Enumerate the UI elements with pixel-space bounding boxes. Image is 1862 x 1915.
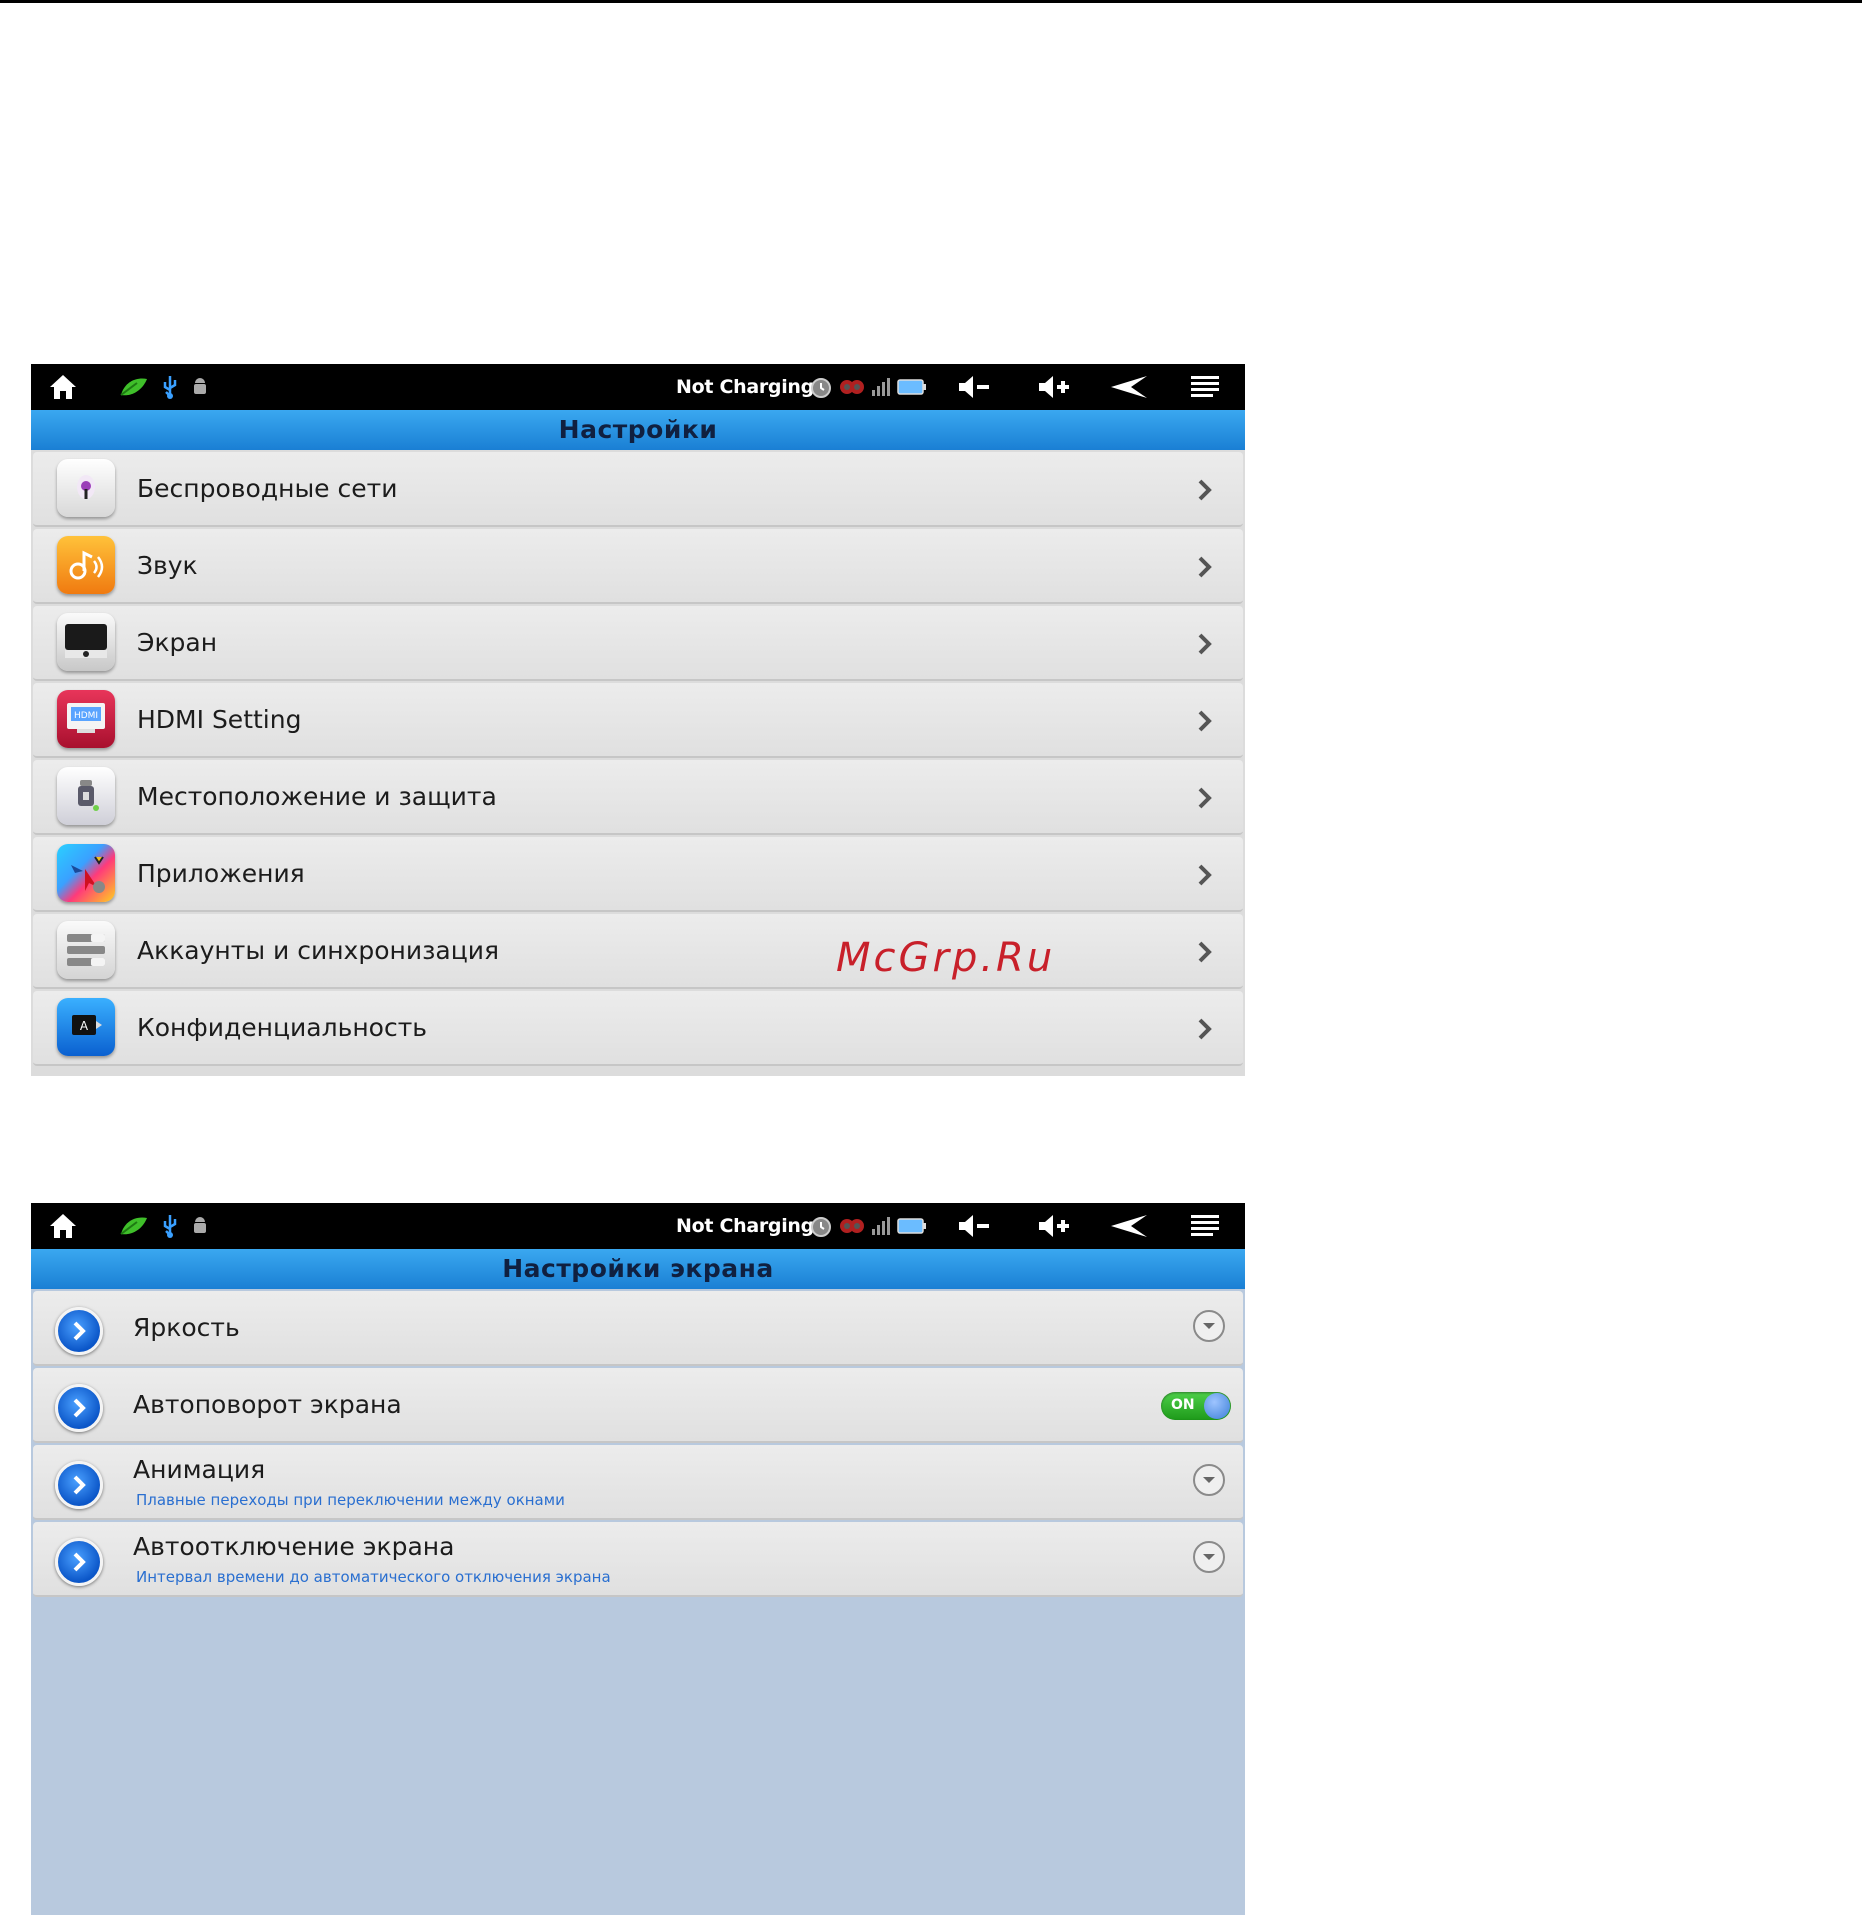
settings-item-label: Беспроводные сети: [137, 474, 398, 503]
android-debug-icon: [194, 1217, 206, 1233]
record-icon: [840, 1219, 864, 1233]
notification-icons[interactable]: [119, 1203, 219, 1249]
usb-icon: [163, 376, 177, 399]
volume-up-icon[interactable]: [1029, 1203, 1079, 1249]
settings-item-label: Приложения: [137, 859, 305, 888]
settings-item-privacy[interactable]: A Конфиденциальность: [33, 991, 1243, 1066]
chevron-circle-icon: [55, 1384, 103, 1432]
setting-description: Плавные переходы при переключении между …: [136, 1491, 565, 1509]
display-settings-screen: Not Charging Настройки экрана Яркость Ав…: [31, 1203, 1245, 1915]
settings-item-label: Местоположение и защита: [137, 782, 497, 811]
alarm-icon: [811, 1217, 831, 1237]
chevron-right-icon: [1198, 864, 1212, 886]
system-tray-icons: [809, 1203, 927, 1249]
settings-item-label: Экран: [137, 628, 218, 657]
settings-item-applications[interactable]: Приложения: [33, 837, 1243, 912]
setting-label: Яркость: [133, 1313, 240, 1342]
back-icon[interactable]: [1104, 364, 1154, 410]
toggle-knob: [1204, 1393, 1230, 1419]
charging-status: Not Charging: [676, 376, 814, 398]
sound-icon: [57, 536, 115, 594]
settings-item-label: Звук: [137, 551, 198, 580]
back-icon[interactable]: [1104, 1203, 1154, 1249]
chevron-right-icon: [1198, 941, 1212, 963]
setting-label: Автоповорот экрана: [133, 1390, 402, 1419]
chevron-circle-icon: [55, 1538, 103, 1586]
applications-icon: [57, 844, 115, 902]
leaf-icon: [120, 378, 147, 396]
notification-icons[interactable]: [119, 364, 219, 410]
settings-item-accounts-sync[interactable]: Аккаунты и синхронизация: [33, 914, 1243, 989]
watermark: McGrp.Ru: [836, 935, 1056, 981]
settings-item-hdmi[interactable]: HDMI HDMI Setting: [33, 683, 1243, 758]
setting-brightness[interactable]: Яркость: [33, 1291, 1243, 1366]
leaf-icon: [120, 1217, 147, 1235]
alarm-icon: [811, 378, 831, 398]
home-icon[interactable]: [43, 1203, 83, 1249]
chevron-right-icon: [1198, 479, 1212, 501]
toggle-state-text: ON: [1171, 1397, 1195, 1413]
settings-item-display[interactable]: Экран: [33, 606, 1243, 681]
settings-list: Беспроводные сети Звук Экран HDMI HDMI S…: [31, 450, 1245, 1066]
privacy-icon: A: [57, 998, 115, 1056]
settings-item-location-security[interactable]: Местоположение и защита: [33, 760, 1243, 835]
wireless-icon: [57, 459, 115, 517]
page-title: Настройки экрана: [31, 1249, 1245, 1289]
charging-status: Not Charging: [676, 1215, 814, 1237]
home-icon[interactable]: [43, 364, 83, 410]
chevron-right-icon: [1198, 1018, 1212, 1040]
record-icon: [840, 380, 864, 394]
battery-icon: [897, 379, 926, 395]
signal-icon: [872, 1217, 890, 1235]
chevron-right-icon: [1198, 710, 1212, 732]
setting-screen-timeout[interactable]: Автоотключение экрана Интервал времени д…: [33, 1522, 1243, 1597]
battery-icon: [897, 1218, 926, 1234]
settings-item-label: HDMI Setting: [137, 705, 302, 734]
dropdown-icon[interactable]: [1193, 1310, 1225, 1342]
status-bar: Not Charging: [31, 364, 1245, 410]
chevron-circle-icon: [55, 1307, 103, 1355]
signal-icon: [872, 378, 890, 396]
settings-item-label: Конфиденциальность: [137, 1013, 428, 1042]
dropdown-icon[interactable]: [1193, 1541, 1225, 1573]
settings-screen: Not Charging Настройки Беспроводные сети: [31, 364, 1245, 1076]
volume-down-icon[interactable]: [949, 364, 999, 410]
settings-item-sound[interactable]: Звук: [33, 529, 1243, 604]
settings-item-label: Аккаунты и синхронизация: [137, 936, 500, 965]
hdmi-icon: HDMI: [57, 690, 115, 748]
chevron-circle-icon: [55, 1461, 103, 1509]
auto-rotate-toggle[interactable]: ON: [1161, 1392, 1231, 1420]
setting-auto-rotate[interactable]: Автоповорот экрана ON: [33, 1368, 1243, 1443]
volume-up-icon[interactable]: [1029, 364, 1079, 410]
system-tray-icons: [809, 364, 927, 410]
svg-text:A: A: [80, 1019, 89, 1033]
setting-description: Интервал времени до автоматического откл…: [136, 1568, 611, 1586]
svg-text:HDMI: HDMI: [74, 711, 98, 721]
accounts-sync-icon: [57, 921, 115, 979]
volume-down-icon[interactable]: [949, 1203, 999, 1249]
top-rule: [0, 0, 1862, 3]
page-title: Настройки: [31, 410, 1245, 450]
chevron-right-icon: [1198, 556, 1212, 578]
setting-label: Автоотключение экрана: [133, 1532, 455, 1561]
setting-animation[interactable]: Анимация Плавные переходы при переключен…: [33, 1445, 1243, 1520]
display-icon: [57, 613, 115, 671]
menu-icon[interactable]: [1183, 1203, 1227, 1249]
status-bar: Not Charging: [31, 1203, 1245, 1249]
usb-icon: [163, 1215, 177, 1238]
menu-icon[interactable]: [1183, 364, 1227, 410]
chevron-right-icon: [1198, 787, 1212, 809]
dropdown-icon[interactable]: [1193, 1464, 1225, 1496]
chevron-right-icon: [1198, 633, 1212, 655]
android-debug-icon: [194, 378, 206, 394]
setting-label: Анимация: [133, 1455, 266, 1484]
display-settings-list: Яркость Автоповорот экрана ON Анимация П…: [31, 1289, 1245, 1597]
settings-item-wireless[interactable]: Беспроводные сети: [33, 452, 1243, 527]
location-security-icon: [57, 767, 115, 825]
